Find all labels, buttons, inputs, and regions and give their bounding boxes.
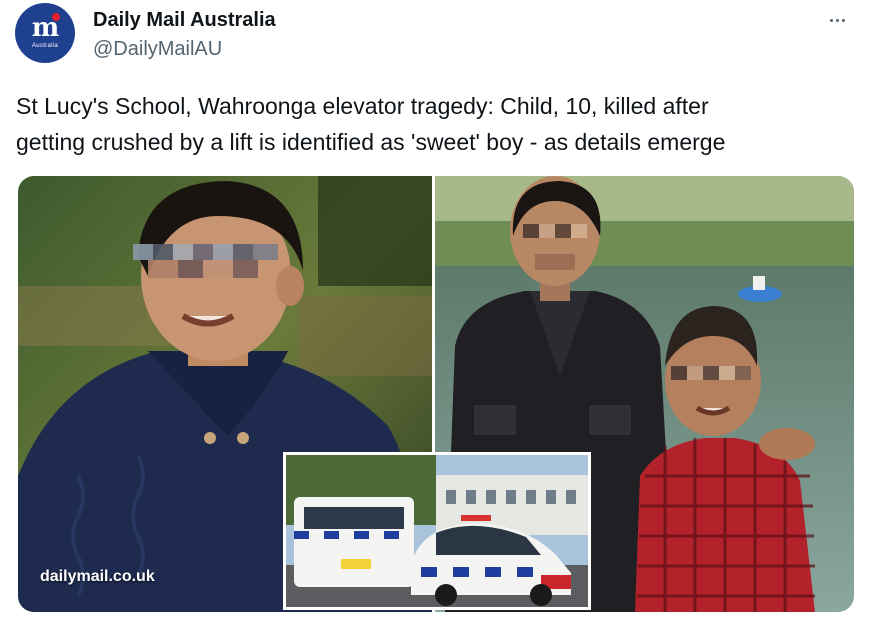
inset-photo-police[interactable] (283, 452, 591, 610)
more-options-icon[interactable] (822, 10, 852, 30)
daily-mail-logo-icon: m (31, 13, 61, 43)
watermark: dailymail.co.uk (40, 568, 155, 585)
avatar[interactable]: m Australia (15, 3, 75, 63)
tweet-text: St Lucy's School, Wahroonga elevator tra… (16, 88, 856, 160)
tweet-text-line-2: getting crushed by a lift is identified … (16, 129, 726, 155)
author-display-name[interactable]: Daily Mail Australia (93, 9, 276, 32)
avatar-label: Australia (31, 43, 59, 49)
author-handle[interactable]: @DailyMailAU (93, 38, 222, 61)
tweet-text-line-1: St Lucy's School, Wahroonga elevator tra… (16, 93, 709, 119)
